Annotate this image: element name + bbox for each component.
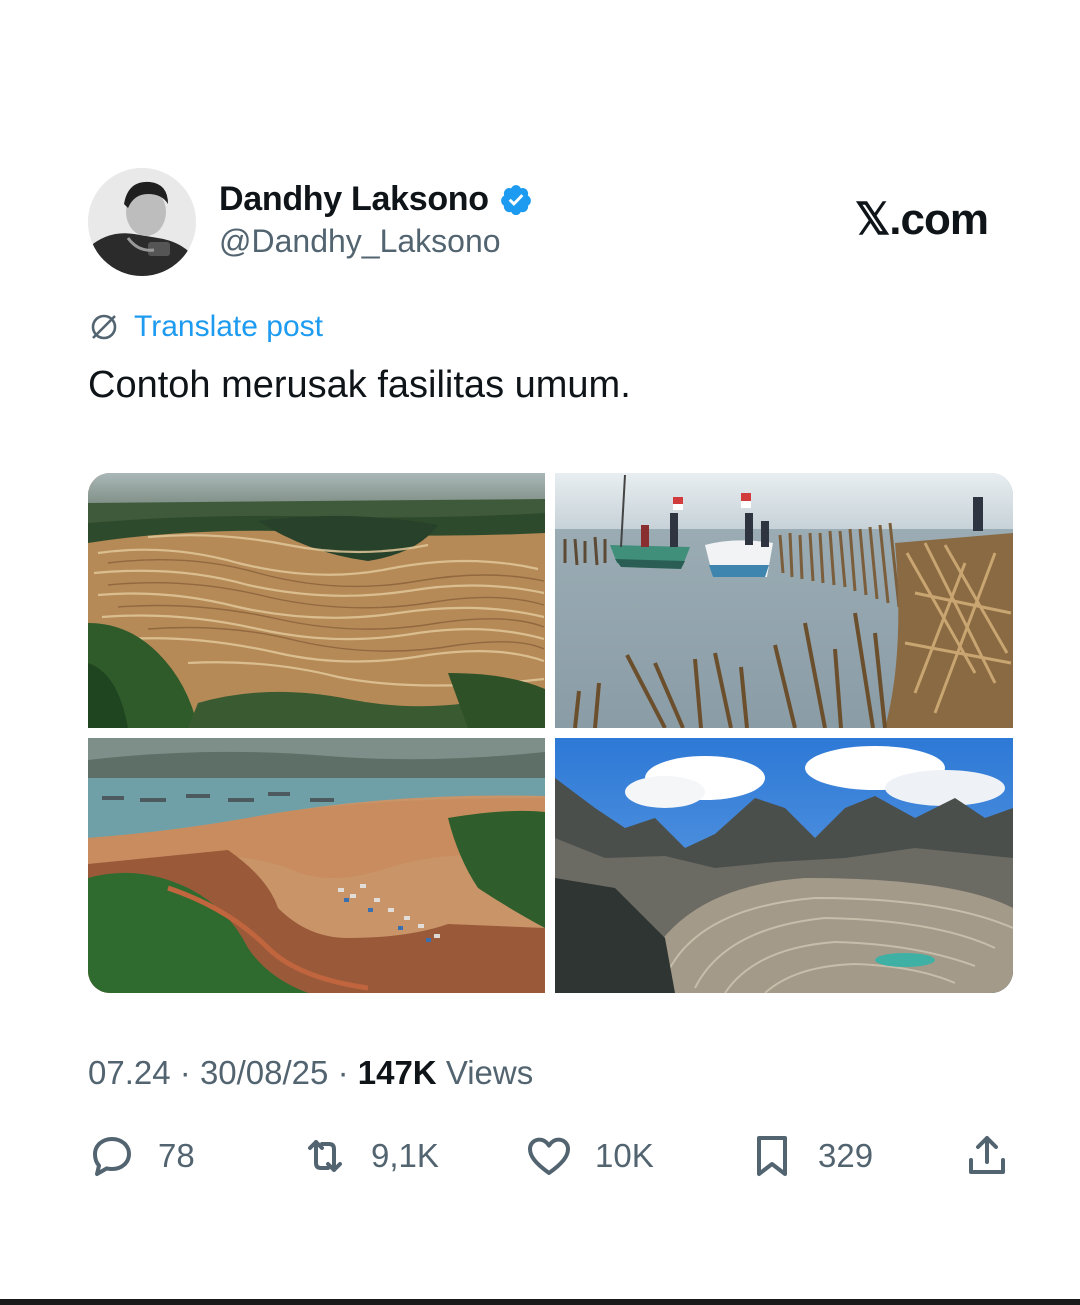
author-handle[interactable]: @Dandhy_Laksono bbox=[219, 223, 533, 260]
heart-icon bbox=[528, 1137, 570, 1175]
post-meta: 07.24 · 30/08/25 · 147K Views bbox=[88, 1054, 533, 1092]
share-icon bbox=[969, 1136, 1005, 1174]
views-count: 147K bbox=[357, 1054, 437, 1091]
views-label: Views bbox=[445, 1054, 534, 1091]
meta-separator: · bbox=[337, 1054, 349, 1091]
x-logo: 𝕏.com bbox=[854, 195, 989, 244]
author-name[interactable]: Dandhy Laksono bbox=[219, 180, 489, 219]
bookmark-icon bbox=[757, 1136, 787, 1176]
avatar[interactable] bbox=[88, 168, 196, 276]
reply-count: 78 bbox=[158, 1137, 195, 1174]
meta-separator: · bbox=[179, 1054, 191, 1091]
bottom-divider bbox=[0, 1299, 1080, 1305]
repost-icon bbox=[308, 1140, 342, 1172]
reply-button[interactable]: 78 bbox=[88, 1132, 195, 1180]
translate-globe-icon bbox=[91, 314, 117, 340]
deforested-hills-photo[interactable] bbox=[88, 473, 545, 728]
share-button[interactable] bbox=[963, 1132, 1011, 1180]
action-bar: 78 9,1K 10K 329 bbox=[88, 1132, 1013, 1188]
post-text: Contoh merusak fasilitas umum. bbox=[88, 364, 631, 406]
repost-count: 9,1K bbox=[371, 1137, 439, 1174]
like-count: 10K bbox=[595, 1137, 654, 1174]
muddy-coastal-bay-photo[interactable] bbox=[88, 738, 545, 993]
open-pit-mine-photo[interactable] bbox=[555, 738, 1013, 993]
translate-label: Translate post bbox=[134, 310, 323, 343]
post-time[interactable]: 07.24 bbox=[88, 1054, 171, 1091]
bookmark-button[interactable]: 329 bbox=[748, 1132, 873, 1180]
translate-post-link[interactable]: Translate post bbox=[88, 310, 323, 344]
post-header: Dandhy Laksono @Dandhy_Laksono 𝕏.com bbox=[88, 168, 1008, 280]
bookmark-count: 329 bbox=[818, 1137, 874, 1174]
verified-badge-icon bbox=[500, 184, 531, 215]
repost-button[interactable]: 9,1K bbox=[301, 1132, 439, 1180]
reply-icon bbox=[93, 1137, 131, 1176]
media-grid bbox=[88, 473, 1013, 993]
like-button[interactable]: 10K bbox=[525, 1132, 654, 1180]
post-date[interactable]: 30/08/25 bbox=[200, 1054, 328, 1091]
bamboo-sea-fence-boats-photo[interactable] bbox=[555, 473, 1013, 728]
